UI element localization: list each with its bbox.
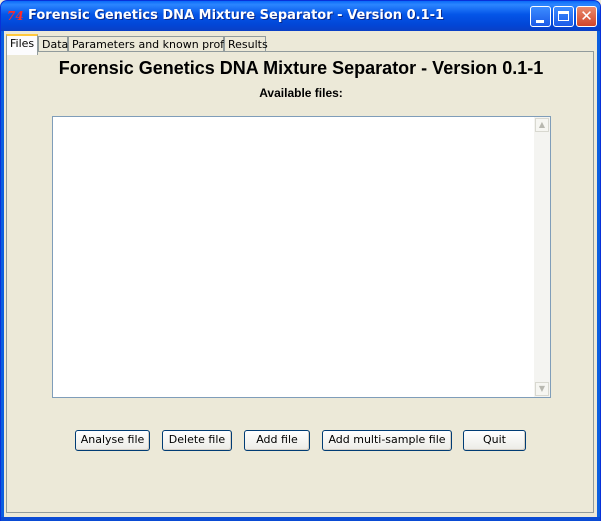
maximize-icon xyxy=(558,11,569,21)
files-tab-panel: Forensic Genetics DNA Mixture Separator … xyxy=(6,51,594,513)
add-file-button[interactable]: Add file xyxy=(244,430,310,451)
title-bar[interactable]: 74 Forensic Genetics DNA Mixture Separat… xyxy=(1,1,600,31)
quit-button[interactable]: Quit xyxy=(463,430,526,451)
tk-app-icon[interactable]: 74 xyxy=(7,9,24,23)
tab-files[interactable]: Files xyxy=(6,34,38,55)
add-multi-sample-file-button[interactable]: Add multi-sample file xyxy=(322,430,452,451)
window-title: Forensic Genetics DNA Mixture Separator … xyxy=(28,8,445,23)
window-bottom-border xyxy=(1,517,600,521)
vertical-scrollbar[interactable]: ▲ ▼ xyxy=(534,117,550,397)
delete-file-button[interactable]: Delete file xyxy=(162,430,232,451)
application-window: 74 Forensic Genetics DNA Mixture Separat… xyxy=(0,0,601,521)
available-files-list[interactable]: ▲ ▼ xyxy=(52,116,551,398)
window-client-area: Files Data Parameters and known profiles… xyxy=(4,31,597,517)
analyse-file-button[interactable]: Analyse file xyxy=(75,430,150,451)
scroll-down-arrow-icon[interactable]: ▼ xyxy=(535,382,549,396)
close-icon: ✕ xyxy=(580,7,593,25)
minimize-button[interactable] xyxy=(530,6,551,27)
page-title: Forensic Genetics DNA Mixture Separator … xyxy=(58,58,544,78)
available-files-label: Available files: xyxy=(259,86,343,100)
maximize-button[interactable] xyxy=(553,6,574,27)
minimize-icon xyxy=(536,20,544,23)
close-button[interactable]: ✕ xyxy=(576,6,597,27)
scroll-up-arrow-icon[interactable]: ▲ xyxy=(535,118,549,132)
